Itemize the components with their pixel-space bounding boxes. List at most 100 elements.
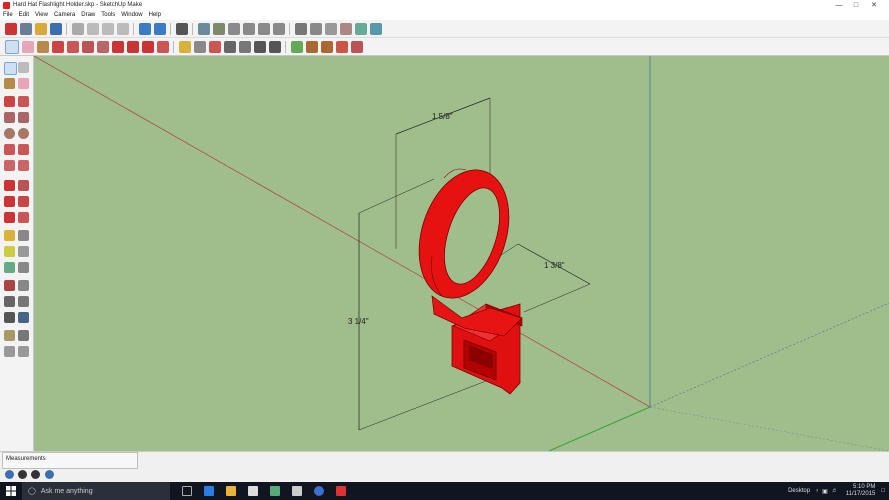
text-icon[interactable] bbox=[18, 246, 29, 257]
orbit-icon[interactable] bbox=[18, 280, 29, 291]
menu-draw[interactable]: Draw bbox=[78, 12, 98, 18]
menu-tools[interactable]: Tools bbox=[98, 12, 118, 18]
offset-icon[interactable] bbox=[156, 40, 169, 53]
monochrome-icon[interactable] bbox=[369, 22, 382, 35]
eraser-icon[interactable] bbox=[18, 78, 29, 89]
axes-icon[interactable] bbox=[4, 262, 15, 273]
xray-icon[interactable] bbox=[294, 22, 307, 35]
eraser-icon[interactable] bbox=[21, 40, 34, 53]
menu-view[interactable]: View bbox=[32, 12, 51, 18]
photos-icon[interactable] bbox=[270, 486, 280, 496]
extension-warehouse-icon[interactable] bbox=[335, 40, 348, 53]
tape-measure-icon[interactable] bbox=[178, 40, 191, 53]
credits-icon[interactable] bbox=[18, 470, 27, 479]
user-account-icon[interactable] bbox=[31, 470, 40, 479]
3d-warehouse-icon[interactable] bbox=[305, 40, 318, 53]
line-icon[interactable] bbox=[4, 96, 15, 107]
windows-start-icon[interactable] bbox=[6, 486, 16, 496]
pan-icon[interactable] bbox=[18, 346, 29, 357]
menu-file[interactable]: File bbox=[0, 12, 16, 18]
push-pull-icon[interactable] bbox=[96, 40, 109, 53]
notepad-icon[interactable] bbox=[292, 486, 302, 496]
hidden-line-icon[interactable] bbox=[324, 22, 337, 35]
new-file-icon[interactable] bbox=[19, 22, 32, 35]
store-icon[interactable] bbox=[248, 486, 258, 496]
rotated-rectangle-icon[interactable] bbox=[18, 112, 29, 123]
section-plane-icon[interactable] bbox=[4, 280, 15, 291]
walk-icon[interactable] bbox=[4, 346, 15, 357]
getting-started-icon[interactable] bbox=[4, 22, 17, 35]
layout-icon[interactable] bbox=[350, 40, 363, 53]
3d-text-icon[interactable] bbox=[18, 262, 29, 273]
select-arrow-icon[interactable] bbox=[4, 39, 19, 54]
front-view-icon[interactable] bbox=[227, 22, 240, 35]
cut-icon[interactable] bbox=[71, 22, 84, 35]
axes-icon[interactable] bbox=[208, 40, 221, 53]
paint-bucket-icon[interactable] bbox=[36, 40, 49, 53]
paste-icon[interactable] bbox=[101, 22, 114, 35]
action-center-icon[interactable]: □ bbox=[881, 488, 885, 494]
scale-icon[interactable] bbox=[4, 212, 15, 223]
menu-window[interactable]: Window bbox=[118, 12, 145, 18]
freehand-icon[interactable] bbox=[18, 96, 29, 107]
undo-icon[interactable] bbox=[138, 22, 151, 35]
right-view-icon[interactable] bbox=[242, 22, 255, 35]
zoom-extents-icon[interactable] bbox=[4, 312, 15, 323]
redo-icon[interactable] bbox=[153, 22, 166, 35]
push-pull-icon[interactable] bbox=[18, 180, 29, 191]
sketchup-taskbar-icon[interactable] bbox=[336, 486, 346, 496]
menu-help[interactable]: Help bbox=[146, 12, 164, 18]
rotate-icon[interactable] bbox=[126, 40, 139, 53]
dimension-icon[interactable] bbox=[18, 230, 29, 241]
zoom-icon[interactable] bbox=[253, 40, 266, 53]
modeling-viewport[interactable]: 1 5/8" 1 3/8" 3 1/4" bbox=[34, 56, 889, 451]
tray-chevron-icon[interactable]: › bbox=[816, 488, 818, 494]
top-view-icon[interactable] bbox=[212, 22, 225, 35]
share-model-icon[interactable] bbox=[320, 40, 333, 53]
position-camera-icon[interactable] bbox=[4, 330, 15, 341]
paint-bucket-icon[interactable] bbox=[4, 78, 15, 89]
zoom-icon[interactable] bbox=[4, 296, 15, 307]
rectangle-icon[interactable] bbox=[4, 112, 15, 123]
follow-me-icon[interactable] bbox=[18, 196, 29, 207]
arc-icon[interactable] bbox=[66, 40, 79, 53]
orbit-icon[interactable] bbox=[223, 40, 236, 53]
notification-tray-icon[interactable]: ▣ bbox=[822, 488, 828, 495]
arc-icon[interactable] bbox=[4, 144, 15, 155]
polygon-icon[interactable] bbox=[18, 128, 29, 139]
shaded-icon[interactable] bbox=[339, 22, 352, 35]
select-arrow-icon[interactable] bbox=[4, 62, 17, 75]
move-icon[interactable] bbox=[4, 180, 15, 191]
two-point-arc-icon[interactable] bbox=[18, 144, 29, 155]
rotate-icon[interactable] bbox=[4, 196, 15, 207]
chrome-icon[interactable] bbox=[314, 486, 324, 496]
zoom-window-icon[interactable] bbox=[18, 296, 29, 307]
tape-measure-icon[interactable] bbox=[4, 230, 15, 241]
previous-view-icon[interactable] bbox=[18, 312, 29, 323]
shaded-textures-icon[interactable] bbox=[354, 22, 367, 35]
menu-camera[interactable]: Camera bbox=[51, 12, 78, 18]
add-location-icon[interactable] bbox=[290, 40, 303, 53]
pie-icon[interactable] bbox=[18, 160, 29, 171]
pencil-line-icon[interactable] bbox=[51, 40, 64, 53]
edge-browser-icon[interactable] bbox=[204, 486, 214, 496]
file-explorer-icon[interactable] bbox=[226, 486, 236, 496]
move-icon[interactable] bbox=[111, 40, 124, 53]
save-icon[interactable] bbox=[49, 22, 62, 35]
pan-icon[interactable] bbox=[238, 40, 251, 53]
close-button[interactable]: ✕ bbox=[861, 0, 887, 10]
scale-icon[interactable] bbox=[141, 40, 154, 53]
task-view-icon[interactable] bbox=[182, 486, 192, 496]
wireframe-icon[interactable] bbox=[309, 22, 322, 35]
component-icon[interactable] bbox=[18, 62, 29, 73]
help-icon[interactable] bbox=[45, 470, 54, 479]
iso-view-icon[interactable] bbox=[197, 22, 210, 35]
protractor-icon[interactable] bbox=[4, 246, 15, 257]
open-folder-icon[interactable] bbox=[34, 22, 47, 35]
geo-location-icon[interactable] bbox=[5, 470, 14, 479]
desktop-label[interactable]: Desktop bbox=[788, 488, 810, 494]
print-icon[interactable] bbox=[175, 22, 188, 35]
three-point-arc-icon[interactable] bbox=[4, 160, 15, 171]
back-view-icon[interactable] bbox=[257, 22, 270, 35]
offset-icon[interactable] bbox=[18, 212, 29, 223]
